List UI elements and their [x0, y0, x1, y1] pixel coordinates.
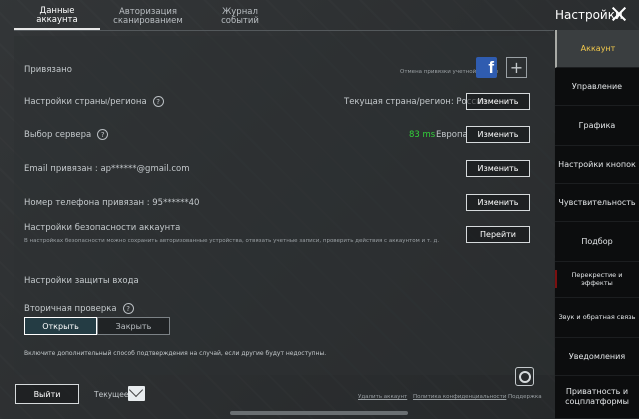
- privacy-policy-link[interactable]: Политика конфиденциальности: [413, 394, 506, 400]
- sidebar-item-controls[interactable]: Управление: [555, 68, 639, 106]
- sidebar-item-sound[interactable]: Звук и обратная связь: [555, 298, 639, 338]
- server-select-text: Выбор сервера: [24, 130, 92, 140]
- support-icon[interactable]: [515, 367, 534, 386]
- linked-label: Привязано: [24, 65, 72, 75]
- facebook-icon[interactable]: f: [476, 57, 497, 78]
- ping-value: 83 ms: [409, 130, 436, 140]
- sidebar-item-notifications[interactable]: Уведомления: [555, 338, 639, 376]
- tab-account-data[interactable]: Данные аккаунта: [14, 4, 100, 30]
- login-protection-title: Настройки защиты входа: [24, 276, 139, 286]
- home-indicator: [230, 411, 408, 415]
- tabs-divider: [14, 30, 554, 31]
- security-description: В настройках безопасности можно сохранит…: [24, 238, 440, 244]
- region-settings-label: Настройки страны/региона?: [24, 96, 164, 107]
- change-region-button[interactable]: Изменить: [466, 93, 530, 110]
- region-settings-text: Настройки страны/региона: [24, 97, 147, 107]
- secondary-check-text: Вторичная проверка: [24, 304, 117, 314]
- change-email-button[interactable]: Изменить: [466, 160, 530, 177]
- sidebar-item-matchmaking[interactable]: Подбор: [555, 222, 639, 262]
- secondary-check-label: Вторичная проверка?: [24, 303, 134, 314]
- email-linked-label: Email привязан : ap******@gmail.com: [24, 164, 190, 174]
- sidebar-item-privacy[interactable]: Приватность и соцплатформы: [555, 376, 639, 419]
- sidebar-item-crosshair-label: Перекрестие и эффекты: [571, 270, 623, 287]
- tab-event-log[interactable]: Журнал событий: [196, 4, 284, 30]
- sidebar-item-buttons[interactable]: Настройки кнопок: [555, 146, 639, 184]
- settings-sidebar: Аккаунт Управление Графика Настройки кно…: [555, 30, 639, 419]
- sidebar-item-crosshair[interactable]: Перекрестие и эффекты: [555, 262, 639, 298]
- toggle-close-button[interactable]: Закрыть: [97, 317, 170, 335]
- current-label: Текущее: [94, 390, 129, 399]
- change-server-button[interactable]: Изменить: [466, 126, 530, 143]
- help-icon[interactable]: ?: [122, 303, 134, 314]
- help-icon[interactable]: ?: [97, 129, 109, 140]
- phone-linked-label: Номер телефона привязан : 95******40: [24, 198, 200, 208]
- logout-button[interactable]: Выйти: [15, 384, 79, 404]
- help-icon[interactable]: ?: [152, 96, 164, 107]
- server-value: Европа: [436, 130, 468, 140]
- sidebar-item-account[interactable]: Аккаунт: [555, 30, 639, 68]
- delete-account-link[interactable]: Удалить аккаунт: [358, 394, 407, 400]
- sidebar-item-graphics[interactable]: Графика: [555, 106, 639, 146]
- secondary-check-toggle: Открыть Закрыть: [24, 317, 170, 335]
- sidebar-item-sensitivity[interactable]: Чувствительность: [555, 184, 639, 222]
- support-label[interactable]: Поддержка: [508, 394, 542, 400]
- server-select-label: Выбор сервера?: [24, 129, 109, 140]
- security-settings-label: Настройки безопасности аккаунта: [24, 223, 181, 233]
- toggle-open-button[interactable]: Открыть: [24, 317, 97, 335]
- sidebar-marker: [555, 270, 557, 288]
- mail-icon[interactable]: [128, 386, 145, 401]
- change-phone-button[interactable]: Изменить: [466, 194, 530, 211]
- add-link-plus-icon[interactable]: +: [506, 57, 527, 78]
- go-security-button[interactable]: Перейти: [466, 226, 530, 243]
- top-tabs: Данные аккаунта Авторизация сканирование…: [14, 4, 284, 30]
- tab-scan-auth[interactable]: Авторизация сканированием: [100, 4, 196, 30]
- close-icon[interactable]: [611, 6, 627, 22]
- protection-note: Включите дополнительный способ подтвержд…: [24, 350, 327, 357]
